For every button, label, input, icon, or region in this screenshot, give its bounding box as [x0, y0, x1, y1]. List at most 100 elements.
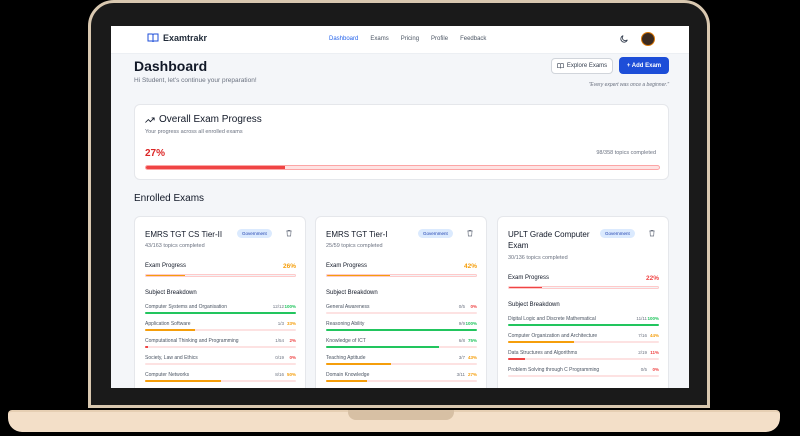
subject-row: Computer Networks 8/16 50% [145, 372, 296, 386]
subject-progress-bar [326, 380, 477, 382]
trash-icon[interactable] [285, 229, 293, 237]
subject-breakdown-title: Subject Breakdown [508, 302, 560, 308]
subject-count: 6/8 [458, 338, 465, 343]
subject-row: Knowledge of ICT 6/8 75% [326, 338, 477, 352]
subject-count: 9/9 [458, 321, 465, 326]
exam-name: EMRS TGT Tier-I [326, 230, 388, 239]
subject-progress-fill [145, 312, 296, 314]
overall-topics-count: 98/358 topics completed [596, 150, 656, 156]
subject-progress-fill [326, 329, 477, 331]
overall-progress-title: Overall Exam Progress [145, 114, 262, 125]
subject-row: Application Software 1/3 33% [145, 321, 296, 335]
subject-breakdown-title: Subject Breakdown [326, 290, 378, 296]
subject-count: 0/5 [640, 367, 647, 372]
subject-name: Problem Solving through C Programming [508, 367, 600, 373]
subject-row: Reasoning Ability 9/9 100% [326, 321, 477, 335]
exam-progress-fill [327, 275, 390, 276]
subject-count: 7/16 [638, 333, 647, 338]
subject-name: Computer Organization and Architecture [508, 333, 598, 339]
subject-percent: 0% [470, 304, 477, 309]
subject-progress-fill [326, 363, 391, 365]
moon-icon[interactable] [619, 34, 629, 44]
subject-progress-fill [508, 341, 575, 343]
exam-progress-label: Exam Progress [508, 275, 550, 281]
avatar[interactable] [641, 32, 655, 46]
subject-name: Knowledge of ICT [326, 338, 366, 344]
subject-row: General Awareness 0/5 0% [326, 304, 477, 318]
subject-percent: 0% [652, 367, 659, 372]
subject-progress-bar [326, 312, 477, 314]
subject-row: Digital Logic and Discrete Mathematical … [508, 316, 659, 330]
exam-card[interactable]: EMRS TGT CS Tier-II Government 43/163 topi… [134, 216, 306, 388]
exam-progress-label: Exam Progress [145, 263, 187, 269]
exam-topics-count: 30/136 topics completed [508, 255, 568, 261]
exam-name: UPLT Grade Computer Exam [508, 230, 590, 250]
overall-percent: 27% [145, 148, 166, 159]
subject-percent: 100% [284, 304, 296, 309]
add-exam-button[interactable]: + Add Exam [619, 57, 669, 74]
motivational-quote: "Every expert was once a beginner." [588, 82, 669, 88]
top-navbar: Examtrakr Dashboard Exams Pricing Profil… [111, 26, 689, 54]
subject-progress-bar [508, 341, 659, 343]
exam-card[interactable]: EMRS TGT Tier-I Government 25/59 topics co… [315, 216, 487, 388]
trash-icon[interactable] [466, 229, 474, 237]
trending-up-icon [145, 117, 155, 123]
subject-percent: 11% [650, 350, 659, 355]
subject-progress-bar [508, 375, 659, 377]
exam-progress-fill [509, 287, 542, 288]
subject-percent: 27% [467, 372, 477, 377]
trash-icon[interactable] [648, 229, 656, 237]
subject-progress-bar [145, 329, 296, 331]
subject-progress-bar [145, 346, 296, 348]
subject-progress-bar [508, 324, 659, 326]
subject-progress-bar [145, 312, 296, 314]
nav-link-pricing[interactable]: Pricing [401, 36, 419, 42]
exam-category-badge: Government [237, 229, 272, 238]
exam-progress: Exam Progress 22% [508, 275, 659, 295]
subject-name: General Awareness [326, 304, 370, 310]
subject-progress-fill [326, 380, 367, 382]
exam-card[interactable]: UPLT Grade Computer Exam Government 30/136… [497, 216, 669, 388]
exam-progress-label: Exam Progress [326, 263, 368, 269]
nav-link-feedback[interactable]: Feedback [460, 36, 486, 42]
subject-percent: 33% [286, 321, 296, 326]
subject-row: Computer Systems and Organisation 12/12 … [145, 304, 296, 318]
overall-progress-fill [146, 166, 285, 169]
subject-percent: 75% [467, 338, 477, 343]
exam-progress: Exam Progress 26% [145, 263, 296, 283]
subject-row: Computational Thinking and Programming 1… [145, 338, 296, 352]
brand-logo[interactable]: Examtrakr [147, 33, 207, 43]
nav-link-exams[interactable]: Exams [370, 36, 388, 42]
subject-percent: 43% [467, 355, 477, 360]
subject-percent: 2% [289, 338, 296, 343]
subject-name: Reasoning Ability [326, 321, 365, 327]
subject-count: 12/12 [272, 304, 284, 309]
subject-progress-fill [145, 329, 195, 331]
exam-category-badge: Government [418, 229, 453, 238]
subject-row: Data Structures and Algorithms 2/19 11% [508, 350, 659, 364]
add-exam-label: + Add Exam [626, 62, 662, 69]
explore-exams-button[interactable]: Explore Exams [551, 58, 613, 74]
subject-progress-fill [508, 358, 525, 360]
subject-progress-bar [326, 346, 477, 348]
exam-progress-percent: 42% [463, 263, 477, 270]
subject-row: Teaching Aptitude 3/7 43% [326, 355, 477, 369]
subject-progress-fill [145, 380, 221, 382]
subject-name: Digital Logic and Discrete Mathematical [508, 316, 596, 322]
nav-link-dashboard[interactable]: Dashboard [329, 36, 358, 42]
subject-count: 11/11 [636, 316, 647, 321]
subject-progress-bar [145, 380, 296, 382]
book-open-icon [557, 63, 564, 69]
subject-count: 3/7 [458, 355, 465, 360]
exam-name: EMRS TGT CS Tier-II [145, 230, 223, 239]
subject-name: Data Structures and Algorithms [508, 350, 578, 356]
exam-progress-fill [146, 275, 185, 276]
subject-percent: 0% [289, 355, 296, 360]
nav-links: Dashboard Exams Pricing Profile Feedback [329, 36, 486, 42]
subject-percent: 50% [286, 372, 296, 377]
subject-progress-bar [508, 358, 659, 360]
nav-link-profile[interactable]: Profile [431, 36, 448, 42]
subject-percent: 100% [647, 316, 659, 321]
subject-row: Society, Law and Ethics 0/19 0% [145, 355, 296, 369]
subject-name: Teaching Aptitude [326, 355, 366, 361]
